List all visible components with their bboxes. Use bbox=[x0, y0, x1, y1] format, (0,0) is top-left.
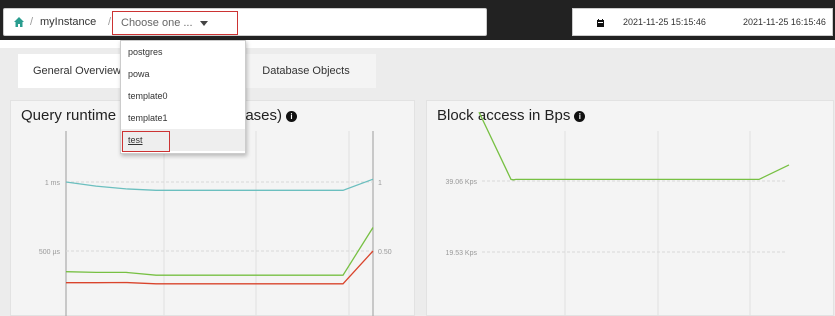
database-chooser-label: Choose one ... bbox=[121, 17, 193, 29]
dropdown-highlight-box bbox=[122, 131, 170, 152]
calendar-icon bbox=[597, 19, 604, 27]
home-icon[interactable] bbox=[14, 17, 24, 27]
breadcrumb-instance-link[interactable]: myInstance bbox=[40, 9, 96, 35]
date-from: 2021-11-25 15:15:46 bbox=[623, 17, 706, 27]
series-line bbox=[478, 111, 790, 181]
y-tick-label: 19.53 Kps bbox=[445, 250, 477, 257]
block-access-panel: Block access in Bpsi 39.06 Kps19.53 Kps1… bbox=[426, 100, 834, 316]
breadcrumb-separator: / bbox=[30, 16, 34, 28]
dropdown-option-postgres[interactable]: postgres bbox=[121, 41, 245, 63]
database-dropdown-menu: postgres powa template0 template1 test bbox=[120, 40, 246, 154]
y-tick-label-right: 0.50 bbox=[378, 249, 392, 256]
series-line bbox=[66, 250, 374, 285]
tab-database-objects[interactable]: Database Objects bbox=[236, 54, 376, 88]
block-access-chart: 39.06 Kps19.53 Kps15:3015:4516:00 bbox=[445, 111, 790, 316]
database-chooser[interactable]: Choose one ... bbox=[112, 11, 238, 35]
breadcrumb: / myInstance / bbox=[3, 8, 487, 36]
dropdown-option-powa[interactable]: powa bbox=[121, 63, 245, 85]
dropdown-option-template1[interactable]: template1 bbox=[121, 107, 245, 129]
date-range-picker[interactable]: 2021-11-25 15:15:46 2021-11-25 16:15:46 bbox=[572, 8, 833, 36]
y-tick-label-right: 1 bbox=[378, 180, 382, 187]
y-tick-label-left: 500 µs bbox=[39, 249, 61, 256]
date-to: 2021-11-25 16:15:46 bbox=[743, 17, 826, 27]
tab-general-overview[interactable]: General Overview bbox=[18, 54, 136, 88]
caret-down-icon bbox=[200, 21, 208, 26]
y-tick-label: 39.06 Kps bbox=[445, 179, 477, 186]
breadcrumb-separator: / bbox=[108, 16, 112, 28]
series-line bbox=[65, 178, 374, 191]
y-tick-label-left: 1 ms bbox=[45, 180, 61, 187]
dropdown-option-template0[interactable]: template0 bbox=[121, 85, 245, 107]
